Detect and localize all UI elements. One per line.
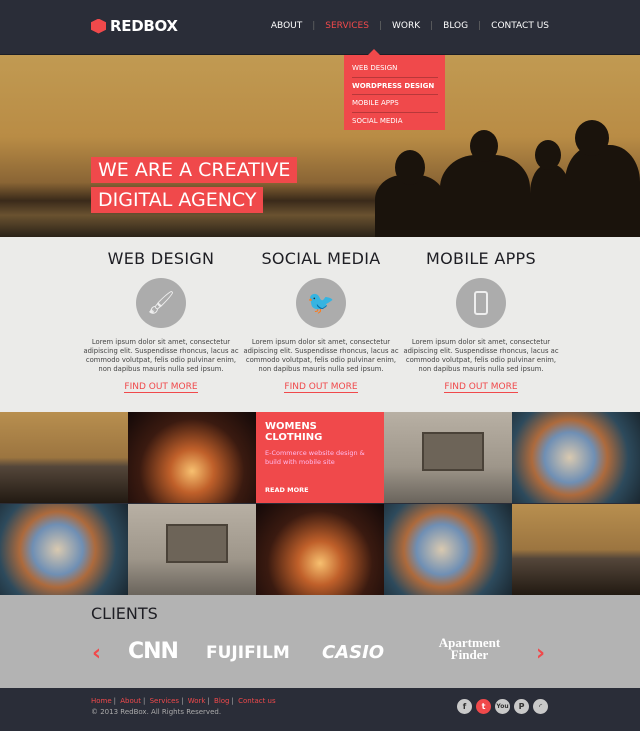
dropdown-social-media[interactable]: SOCIAL MEDIA (352, 113, 438, 131)
chevron-right-icon[interactable]: › (536, 641, 545, 666)
footer-link-about[interactable]: About (120, 697, 141, 705)
service-title: MOBILE APPS (426, 249, 536, 268)
nav-services[interactable]: SERVICES (325, 21, 369, 31)
footer-link-blog[interactable]: Blog (214, 697, 229, 705)
service-mobile-apps: MOBILE APPS Lorem ipsum dolor sit amet, … (401, 249, 561, 393)
dropdown-wordpress-design[interactable]: WORDPRESS DESIGN (352, 78, 438, 95)
gallery-tile[interactable] (128, 412, 256, 503)
service-web-design: WEB DESIGN 🖌 Lorem ipsum dolor sit amet,… (81, 249, 241, 393)
tagline-line-2: DIGITAL AGENCY (91, 187, 264, 213)
main-nav: ABOUT | SERVICES | WORK | BLOG | CONTACT US (270, 21, 549, 31)
logo[interactable]: REDBOX (91, 17, 178, 35)
service-text: Lorem ipsum dolor sit amet, consectetur … (243, 338, 399, 373)
service-text: Lorem ipsum dolor sit amet, consectetur … (83, 338, 239, 373)
clients-title: CLIENTS (91, 604, 158, 623)
client-logo-casio: CASIO (322, 642, 385, 663)
footer: Home | About | Services | Work | Blog | Conta… (0, 688, 640, 731)
gallery-tile[interactable] (128, 504, 256, 595)
tagline-line-1: WE ARE A CREATIVE (91, 157, 298, 183)
client-logo-cnn: CNN (128, 639, 179, 664)
gallery-tile[interactable] (0, 504, 128, 595)
hero-banner: WE ARE A CREATIVE DIGITAL AGENCY (0, 55, 640, 237)
nav-blog[interactable]: BLOG (443, 21, 468, 31)
footer-link-contact[interactable]: Contact us (238, 697, 276, 705)
gallery-tile[interactable] (384, 412, 512, 503)
read-more-link[interactable]: READ MORE (265, 486, 309, 494)
find-out-more-link[interactable]: FIND OUT MORE (444, 382, 518, 393)
find-out-more-link[interactable]: FIND OUT MORE (124, 382, 198, 393)
rss-icon[interactable]: ◜ (533, 699, 548, 714)
service-social-media: SOCIAL MEDIA 🐦 Lorem ipsum dolor sit ame… (241, 249, 401, 393)
gallery-tile[interactable] (512, 412, 640, 503)
promo-text: E-Commerce website design & build with m… (265, 449, 365, 466)
service-text: Lorem ipsum dolor sit amet, consectetur … (403, 338, 559, 373)
nav-contact[interactable]: CONTACT US (491, 21, 549, 31)
gallery-tile[interactable] (0, 412, 128, 503)
smartphone-icon (456, 278, 506, 328)
cube-icon (91, 18, 106, 34)
header: REDBOX ABOUT | SERVICES | WORK | BLOG | CONT… (0, 0, 640, 55)
nav-about[interactable]: ABOUT (271, 21, 302, 31)
gallery-tile[interactable] (384, 504, 512, 595)
promo-title: WOMENS CLOTHING (265, 421, 323, 443)
service-title: SOCIAL MEDIA (261, 249, 381, 268)
dropdown-web-design[interactable]: WEB DESIGN (352, 60, 438, 78)
logo-text: REDBOX (110, 17, 178, 35)
paintbrush-icon: 🖌 (136, 278, 186, 328)
footer-link-home[interactable]: Home (91, 697, 112, 705)
services-dropdown: WEB DESIGN WORDPRESS DESIGN MOBILE APPS … (344, 49, 445, 131)
client-logo-apartment-finder: Apartment Finder (438, 635, 501, 662)
portfolio-gallery: WOMENS CLOTHING E-Commerce website desig… (0, 412, 640, 595)
pinterest-icon[interactable]: P (514, 699, 529, 714)
service-title: WEB DESIGN (107, 249, 215, 268)
find-out-more-link[interactable]: FIND OUT MORE (284, 382, 358, 393)
clients-section: CLIENTS ‹ CNN FUJIFILM CASIO Apartment F… (0, 595, 640, 688)
footer-link-services[interactable]: Services (150, 697, 180, 705)
chevron-left-icon[interactable]: ‹ (92, 641, 101, 666)
hero-tagline: WE ARE A CREATIVE DIGITAL AGENCY (91, 157, 298, 217)
nav-work[interactable]: WORK (392, 21, 420, 31)
youtube-icon[interactable]: You (495, 699, 510, 714)
footer-link-work[interactable]: Work (188, 697, 206, 705)
services-section: WEB DESIGN 🖌 Lorem ipsum dolor sit amet,… (0, 237, 640, 412)
gallery-tile[interactable] (256, 504, 384, 595)
copyright: © 2013 RedBox. All Rights Reserved. (91, 708, 222, 716)
gallery-tile[interactable] (512, 504, 640, 595)
dropdown-mobile-apps[interactable]: MOBILE APPS (352, 95, 438, 113)
social-links: f t You P ◜ (457, 699, 548, 714)
twitter-icon[interactable]: t (476, 699, 491, 714)
client-logo-fujifilm: FUJIFILM (206, 643, 290, 663)
promo-tile[interactable]: WOMENS CLOTHING E-Commerce website desig… (256, 412, 384, 503)
twitter-icon: 🐦 (296, 278, 346, 328)
footer-links: Home | About | Services | Work | Blog | Conta… (91, 697, 276, 705)
facebook-icon[interactable]: f (457, 699, 472, 714)
